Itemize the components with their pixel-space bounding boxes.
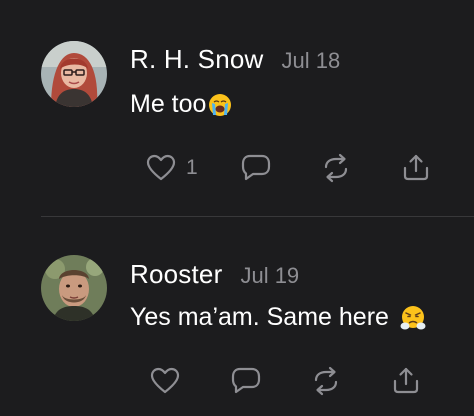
post-header: Rooster Jul 19: [130, 259, 299, 290]
share-icon: [403, 154, 429, 181]
like-count: 1: [186, 156, 198, 179]
post-text: Yes ma’am. Same here: [130, 303, 427, 332]
post-text: Me too: [130, 90, 232, 119]
share-button[interactable]: [400, 148, 432, 188]
author-name[interactable]: Rooster: [130, 259, 222, 290]
post-text-content: Me too: [130, 90, 207, 118]
comment-post: Rooster Jul 19 Yes ma’am. Same here: [0, 217, 474, 416]
share-button[interactable]: [390, 361, 422, 401]
comment-post: R. H. Snow Jul 18 Me too 1: [0, 0, 474, 216]
avatar[interactable]: [41, 255, 107, 321]
like-button[interactable]: 1: [146, 148, 198, 188]
face-with-steam-icon: [400, 305, 426, 329]
author-name[interactable]: R. H. Snow: [130, 44, 264, 75]
reply-button[interactable]: [230, 361, 262, 401]
comment-icon: [241, 154, 271, 181]
reply-button[interactable]: [240, 148, 272, 188]
comment-icon: [231, 367, 261, 394]
post-date[interactable]: Jul 19: [240, 263, 299, 289]
share-icon: [393, 367, 419, 394]
post-actions: 1: [0, 148, 474, 188]
heart-icon: [150, 367, 180, 394]
like-button[interactable]: [150, 361, 180, 401]
repost-button[interactable]: [320, 148, 352, 188]
repost-button[interactable]: [310, 361, 342, 401]
post-text-content: Yes ma’am. Same here: [130, 303, 389, 331]
heart-icon: [146, 154, 176, 181]
loudly-crying-face-icon: [209, 93, 232, 116]
post-actions: [0, 361, 474, 401]
post-date[interactable]: Jul 18: [282, 48, 341, 74]
repost-icon: [324, 153, 348, 183]
repost-icon: [314, 366, 338, 396]
avatar[interactable]: [41, 41, 107, 107]
post-header: R. H. Snow Jul 18: [130, 44, 340, 75]
